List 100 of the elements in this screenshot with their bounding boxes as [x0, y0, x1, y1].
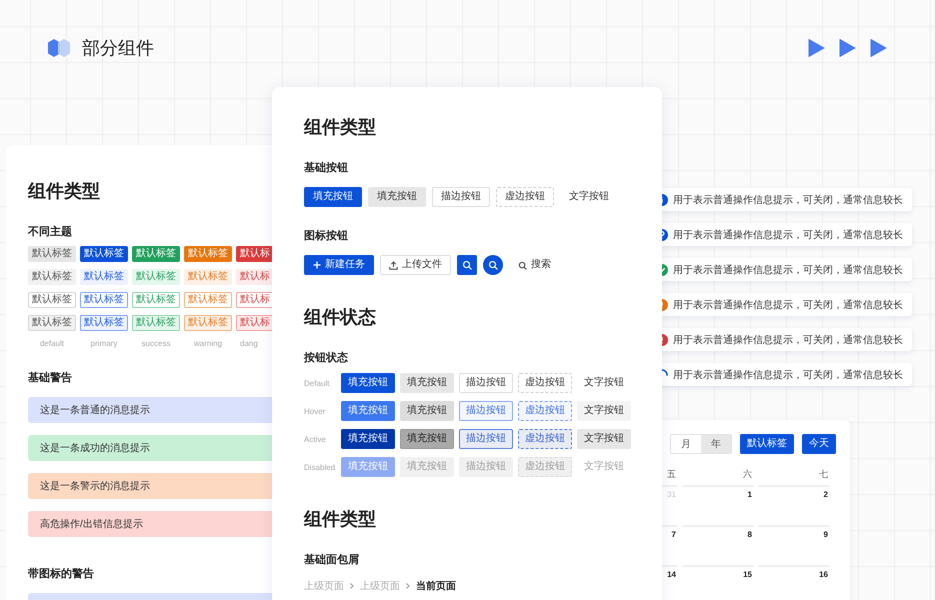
section-heading: 不同主题: [28, 225, 73, 239]
section-title: 组件类型: [304, 508, 377, 531]
search-icon: [518, 260, 527, 270]
button[interactable]: 描边按钮: [459, 373, 513, 393]
button[interactable]: 虚边按钮: [518, 401, 572, 421]
page-title: 部分组件: [82, 37, 154, 60]
tag: 默认标: [236, 315, 272, 331]
section-heading: 基础警告: [28, 371, 73, 385]
button[interactable]: 填充按钮: [400, 429, 454, 449]
notification-text: 用于表示普通操作信息提示，可关闭，通常信息较长: [673, 194, 903, 206]
date-number: 8: [748, 530, 752, 539]
date-number: 16: [819, 570, 828, 579]
section-title: 组件类型: [304, 116, 377, 139]
state-label: Hover: [304, 406, 326, 416]
tag: 默认标签: [80, 269, 128, 285]
upload-button[interactable]: 上传文件: [380, 255, 451, 275]
button[interactable]: 填充按钮: [304, 187, 362, 207]
tag: 默认标: [236, 269, 272, 285]
button[interactable]: 填充按钮: [400, 373, 454, 393]
notification-text: 用于表示普通操作信息提示，可关闭，通常信息较长: [673, 298, 903, 312]
button[interactable]: 描边按钮: [432, 187, 490, 207]
breadcrumb-link[interactable]: 当前页面: [416, 579, 456, 593]
alert-message: 这是一条警示的消息提示: [28, 473, 272, 499]
button[interactable]: 文字按钮: [577, 401, 631, 421]
button[interactable]: 文字按钮: [560, 187, 618, 207]
notification-text: 用于表示普通操作信息提示，可关闭，通常信息较长: [673, 228, 903, 242]
tag: 默认标签: [28, 269, 76, 285]
tag: 默认标签: [28, 246, 76, 262]
section-heading: 带图标的警告: [28, 567, 95, 581]
notification-text: 用于表示普通操作信息提示，可关闭，通常信息较长: [673, 368, 903, 382]
date-number: 14: [667, 570, 676, 579]
date-number: 1: [748, 490, 752, 499]
date-number: 15: [743, 570, 752, 579]
date-number: 7: [672, 530, 676, 539]
tag: 默认标签: [184, 246, 232, 262]
chevron-right-icon: [349, 583, 355, 589]
play-icon[interactable]: [839, 38, 856, 58]
alert-message: 高危操作/出错信息提示: [28, 511, 272, 537]
section-heading: 图标按钮: [304, 229, 349, 243]
tag: 默认标签: [184, 269, 232, 285]
section-heading: 基础按钮: [304, 161, 349, 175]
weekday-label: 六: [743, 469, 752, 479]
date-number: 2: [824, 490, 828, 499]
alert-message: 这是一条成功的消息提示: [28, 435, 272, 461]
tag: 默认标签: [28, 315, 76, 331]
theme-label: dang: [239, 339, 258, 349]
section-heading: 按钮状态: [304, 351, 349, 365]
search-icon: [488, 260, 498, 270]
theme-label: default: [38, 339, 66, 349]
section-heading: 基础面包屑: [304, 553, 360, 567]
search-button[interactable]: [457, 255, 477, 275]
weekday-label: 七: [819, 469, 828, 479]
button[interactable]: 描边按钮: [459, 401, 513, 421]
tag: 默认标签: [28, 292, 76, 308]
new-task-button[interactable]: 新建任务: [304, 255, 374, 275]
calendar-button[interactable]: 默认标签: [740, 434, 794, 454]
section-title: 组件状态: [304, 306, 377, 329]
state-label: Default: [304, 378, 330, 388]
calendar-button[interactable]: 今天: [802, 434, 836, 454]
button[interactable]: 虚边按钮: [518, 373, 572, 393]
button[interactable]: 填充按钮: [341, 401, 395, 421]
state-label: Active: [304, 434, 327, 444]
button[interactable]: 填充按钮: [368, 187, 426, 207]
button[interactable]: 文字按钮: [577, 373, 631, 393]
button[interactable]: 描边按钮: [459, 429, 513, 449]
tag: 默认标签: [184, 292, 232, 308]
tag: 默认标: [236, 292, 272, 308]
chevron-right-icon: [405, 583, 411, 589]
button[interactable]: 填充按钮: [341, 373, 395, 393]
tag: 默认标签: [132, 246, 180, 262]
tag: 默认标签: [80, 315, 128, 331]
play-icon[interactable]: [808, 38, 825, 58]
view-tab[interactable]: 年: [701, 435, 731, 453]
tag: 默认标: [236, 246, 272, 262]
search-button[interactable]: [483, 255, 503, 275]
notification-text: 用于表示普通操作信息提示，可关闭，通常信息较长: [673, 264, 903, 276]
weekday-label: 五: [667, 469, 676, 479]
button[interactable]: 填充按钮: [341, 429, 395, 449]
plus-icon: [313, 261, 321, 269]
tag: 默认标签: [80, 292, 128, 308]
theme-label: primary: [90, 339, 118, 349]
button[interactable]: 虚边按钮: [518, 429, 572, 449]
search-button[interactable]: 搜索: [509, 255, 560, 275]
date-number: 9: [824, 530, 828, 539]
state-label: Disabled: [304, 462, 336, 472]
button[interactable]: 填充按钮: [400, 401, 454, 421]
tag: 默认标签: [132, 269, 180, 285]
theme-label: success: [140, 339, 172, 349]
notification-text: 用于表示普通操作信息提示，可关闭，通常信息较长: [673, 334, 903, 346]
tag: 默认标签: [184, 315, 232, 331]
tag: 默认标签: [80, 246, 128, 262]
tag: 默认标签: [132, 315, 180, 331]
view-tab[interactable]: 月: [671, 435, 701, 453]
section-title: 组件类型: [28, 180, 101, 203]
play-icon[interactable]: [870, 38, 887, 58]
search-icon: [462, 260, 472, 270]
tag: 默认标签: [132, 292, 180, 308]
button[interactable]: 文字按钮: [577, 429, 631, 449]
upload-icon: [389, 260, 398, 270]
button[interactable]: 虚边按钮: [496, 187, 554, 207]
